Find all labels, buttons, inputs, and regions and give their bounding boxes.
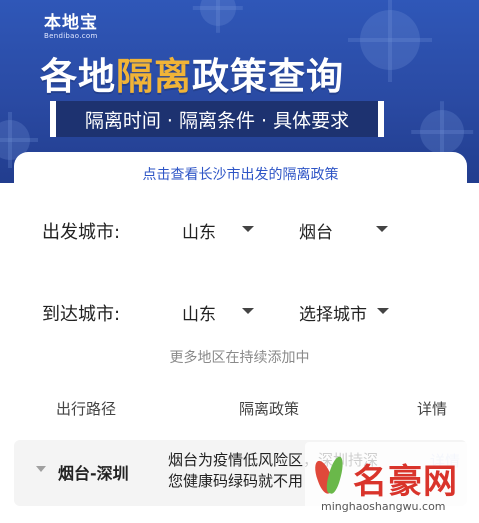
watermark-logo: 名豪网 minghaoshangwu.com bbox=[305, 442, 479, 522]
brand-name: 本地宝 bbox=[44, 13, 98, 33]
departure-label: 出发城市: bbox=[42, 222, 121, 243]
virus-decoration-icon bbox=[200, 0, 236, 26]
more-regions-note: 更多地区在持续添加中 bbox=[169, 350, 310, 366]
virus-decoration-icon bbox=[420, 110, 464, 154]
virus-decoration-icon bbox=[360, 10, 420, 70]
arrival-province-value: 山东 bbox=[182, 305, 216, 325]
title-highlight: 隔离 bbox=[116, 55, 192, 98]
brand-logo: 本地宝 Bendibao.com bbox=[44, 8, 98, 40]
subtitle-banner: 隔离时间 · 隔离条件 · 具体要求 bbox=[50, 101, 384, 137]
title-suffix: 政策查询 bbox=[192, 55, 344, 98]
header-policy: 隔离政策 bbox=[239, 400, 300, 418]
watermark-url: minghaoshangwu.com bbox=[321, 500, 446, 513]
route-text: 烟台-深圳 bbox=[58, 464, 129, 483]
chevron-down-icon bbox=[376, 226, 388, 232]
departure-province-value: 山东 bbox=[182, 223, 216, 243]
brand-domain: Bendibao.com bbox=[44, 32, 98, 40]
chevron-down-icon bbox=[377, 308, 389, 314]
arrival-city-value: 选择城市 bbox=[299, 305, 367, 325]
departure-policy-link[interactable]: 点击查看长沙市出发的隔离政策 bbox=[14, 164, 467, 184]
header-detail: 详情 bbox=[417, 400, 448, 418]
subtitle-text: 隔离时间 · 隔离条件 · 具体要求 bbox=[84, 109, 350, 132]
title-prefix: 各地 bbox=[40, 55, 116, 98]
chevron-down-icon bbox=[242, 226, 254, 232]
watermark-title: 名豪网 bbox=[353, 462, 458, 502]
chevron-down-icon bbox=[242, 308, 254, 314]
chevron-down-icon[interactable] bbox=[36, 466, 46, 472]
header-route: 出行路径 bbox=[56, 400, 117, 418]
arrival-label: 到达城市: bbox=[42, 304, 121, 325]
page-title: 各地隔离政策查询 bbox=[40, 46, 344, 100]
departure-city-value: 烟台 bbox=[299, 223, 333, 243]
